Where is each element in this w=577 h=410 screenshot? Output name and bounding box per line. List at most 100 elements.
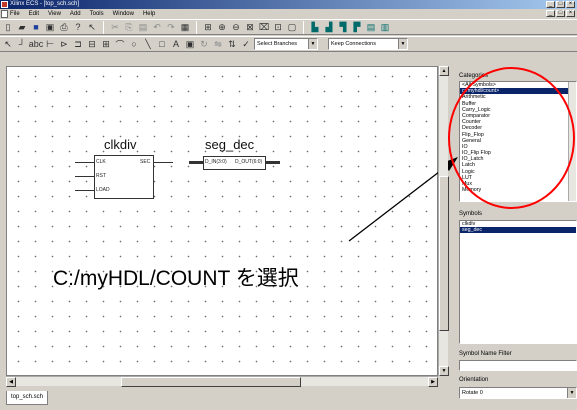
view-hdl-icon[interactable]: ▤	[365, 21, 377, 33]
mdi-minimize-button[interactable]: _	[546, 10, 555, 17]
add-arc-icon[interactable]: ⌒	[114, 38, 126, 50]
maximize-button[interactable]: □	[556, 1, 565, 8]
zoom-in-icon[interactable]: ⊕	[216, 21, 228, 33]
mdi-restore-button[interactable]: □	[556, 10, 565, 17]
menu-bar: File Edit View Add Tools Window Help	[0, 9, 577, 19]
horizontal-scrollbar[interactable]: ◀ ▶	[6, 376, 438, 387]
refresh-icon[interactable]: ▢	[286, 21, 298, 33]
copy-icon[interactable]: ⎘	[123, 21, 135, 33]
menu-file[interactable]: File	[10, 11, 20, 17]
chevron-down-icon[interactable]: ▼	[567, 388, 576, 398]
close-button[interactable]: ×	[566, 1, 575, 8]
menu-edit[interactable]: Edit	[29, 11, 39, 17]
menu-view[interactable]: View	[48, 11, 61, 17]
toolbar-separator	[303, 20, 304, 34]
pin-label: RST	[96, 173, 106, 179]
chevron-down-icon[interactable]: ▼	[308, 39, 317, 49]
select-arrow-icon[interactable]: ↖	[2, 38, 14, 50]
chevron-down-icon[interactable]: ▼	[398, 39, 407, 49]
new-file-icon[interactable]: ▯	[2, 21, 14, 33]
mirror-icon[interactable]: ⇋	[212, 38, 224, 50]
symbols-label: Symbols	[459, 211, 483, 217]
vertical-scroll-thumb[interactable]	[439, 176, 449, 331]
branch-mode-value: Select Branches	[257, 41, 298, 47]
hierarchy-icon[interactable]: ▦	[179, 21, 191, 33]
mdi-close-button[interactable]: ×	[566, 10, 575, 17]
scroll-left-icon[interactable]: ◀	[6, 377, 16, 387]
pin-wire	[154, 162, 173, 163]
context-help-icon[interactable]: ↖	[86, 21, 98, 33]
list-item[interactable]: seg_dec	[460, 227, 576, 234]
check-icon[interactable]: ✓	[240, 38, 252, 50]
push-into-icon[interactable]: ▟	[323, 21, 335, 33]
add-symbol-icon[interactable]: ⊐	[72, 38, 84, 50]
schematic-canvas[interactable]: clkdiv CLK RST LOAD SEC seg_dec D_IN(3:0…	[6, 66, 438, 376]
scroll-right-icon[interactable]: ▶	[428, 377, 438, 387]
minimize-button[interactable]: _	[546, 1, 555, 8]
document-tab-strip: top_sch.sch	[0, 390, 450, 410]
symbol-clkdiv[interactable]: clkdiv CLK RST LOAD SEC	[67, 137, 187, 207]
add-bus-tap-icon[interactable]: ⊢	[44, 38, 56, 50]
horizontal-scroll-thumb[interactable]	[121, 377, 301, 387]
vertical-scrollbar[interactable]: ▲ ▼	[438, 66, 449, 376]
connection-mode-value: Keep Connections	[331, 41, 376, 47]
connection-mode-select[interactable]: Keep Connections ▼	[328, 38, 408, 50]
pin-wire	[189, 161, 203, 164]
pin-label: D_OUT(6:0)	[235, 159, 263, 165]
check-schematic-icon[interactable]: ▛	[351, 21, 363, 33]
add-rectangle-icon[interactable]: □	[156, 38, 168, 50]
paste-icon[interactable]: ▤	[137, 21, 149, 33]
symbol-name-filter-input[interactable]	[459, 360, 577, 371]
tab-top-sch[interactable]: top_sch.sch	[6, 391, 49, 405]
pin-label: D_IN(3:0)	[205, 159, 227, 165]
scroll-down-icon[interactable]: ▼	[439, 366, 449, 376]
branch-mode-select[interactable]: Select Branches ▼	[254, 38, 318, 50]
add-text-icon[interactable]: A	[170, 38, 182, 50]
add-image-icon[interactable]: ▣	[184, 38, 196, 50]
instruction-annotation: C:/myHDL/COUNT を選択	[53, 267, 299, 290]
add-io-marker-icon[interactable]: ⊳	[58, 38, 70, 50]
add-attribute-icon[interactable]: ⊞	[100, 38, 112, 50]
scroll-up-icon[interactable]: ▲	[439, 66, 449, 76]
print-icon[interactable]: ⎙	[58, 21, 70, 33]
orientation-label: Orientation	[459, 377, 489, 383]
add-line-icon[interactable]: ╲	[142, 38, 154, 50]
rotate-icon[interactable]: ↻	[198, 38, 210, 50]
pin-wire	[75, 190, 94, 191]
symbol-seg-dec[interactable]: seg_dec D_IN(3:0) D_OUT(6:0)	[183, 137, 293, 177]
help-icon[interactable]: ?	[72, 21, 84, 33]
symbol-name: seg_dec	[205, 137, 255, 152]
pop-up-icon[interactable]: ▜	[337, 21, 349, 33]
app-icon	[1, 1, 8, 8]
menu-add[interactable]: Add	[70, 11, 81, 17]
symbol-wizard-icon[interactable]: ▙	[309, 21, 321, 33]
menu-help[interactable]: Help	[143, 11, 155, 17]
open-folder-icon[interactable]: ▰	[16, 21, 28, 33]
zoom-previous-icon[interactable]: ⊡	[272, 21, 284, 33]
add-net-name-icon[interactable]: abc	[29, 38, 44, 50]
main-toolbar: ▯ ▰ ■ ▣ ⎙ ? ↖ ✂ ⎘ ▤ ↶ ↷ ▦ ⊞ ⊕ ⊖ ⊠ ⌧ ⊡ ▢ …	[0, 19, 577, 35]
branch-icon[interactable]: ⇅	[226, 38, 238, 50]
save-all-icon[interactable]: ▣	[44, 21, 56, 33]
orientation-value: Rotate 0	[462, 390, 483, 396]
save-icon[interactable]: ■	[30, 21, 42, 33]
toolbar-separator	[196, 20, 197, 34]
symbols-list[interactable]: clkdiv seg_dec	[459, 220, 577, 344]
zoom-out-icon[interactable]: ⊖	[230, 21, 242, 33]
orientation-select[interactable]: Rotate 0 ▼	[459, 387, 577, 399]
redo-icon[interactable]: ↷	[165, 21, 177, 33]
application-window: Xilinx ECS - [top_sch.sch] _ □ × File Ed…	[0, 0, 577, 410]
zoom-area-icon[interactable]: ⊠	[244, 21, 256, 33]
menu-window[interactable]: Window	[113, 11, 134, 17]
cut-icon[interactable]: ✂	[109, 21, 121, 33]
view-symbol-icon[interactable]: ▥	[379, 21, 391, 33]
undo-icon[interactable]: ↶	[151, 21, 163, 33]
add-instance-name-icon[interactable]: ⊟	[86, 38, 98, 50]
zoom-full-icon[interactable]: ⊞	[202, 21, 214, 33]
menu-tools[interactable]: Tools	[90, 11, 104, 17]
highlight-circle	[448, 67, 575, 209]
zoom-selection-icon[interactable]: ⌧	[258, 21, 270, 33]
add-circle-icon[interactable]: ○	[128, 38, 140, 50]
add-wire-icon[interactable]: ┘	[16, 38, 28, 50]
symbol-name: clkdiv	[104, 137, 137, 152]
